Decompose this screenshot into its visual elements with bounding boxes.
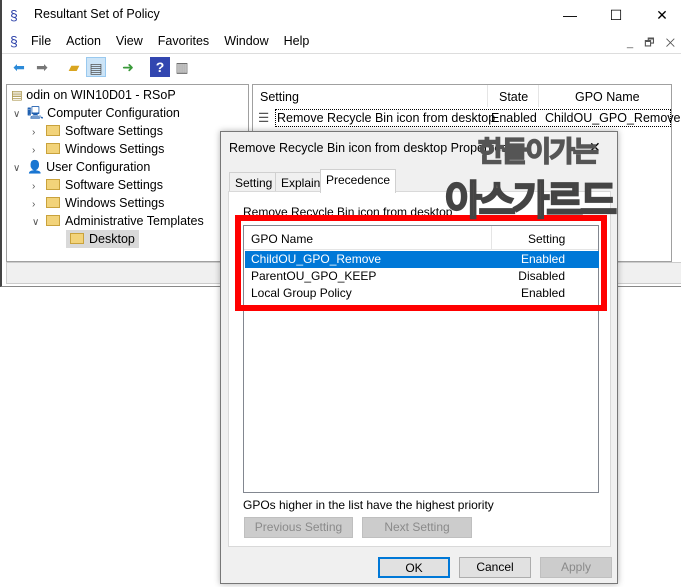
- tab-panel: Remove Recycle Bin icon from desktop GPO…: [228, 191, 611, 547]
- window-title: Resultant Set of Policy: [34, 7, 160, 21]
- cancel-button[interactable]: Cancel: [459, 557, 531, 578]
- tree-item-user-software-settings[interactable]: › Software Settings: [32, 176, 163, 194]
- maximize-button[interactable]: ☐: [593, 0, 639, 30]
- folder-icon: [46, 143, 60, 154]
- list-row[interactable]: ☰ Remove Recycle Bin icon from desktop E…: [258, 109, 680, 128]
- next-setting-button[interactable]: Next Setting: [362, 517, 472, 538]
- policy-setting-icon: ☰: [258, 111, 270, 125]
- folder-icon: [46, 179, 60, 190]
- menu-help[interactable]: Help: [284, 34, 310, 48]
- computer-icon: 🖳: [27, 106, 44, 120]
- tree-item-administrative-templates[interactable]: ∨ Administrative Templates: [32, 212, 204, 230]
- chevron-down-icon[interactable]: ∨: [32, 214, 46, 232]
- tree-item-desktop[interactable]: Desktop: [66, 230, 139, 248]
- tree-root-label: odin on WIN10D01 - RSoP: [26, 88, 176, 102]
- previous-setting-button[interactable]: Previous Setting: [244, 517, 353, 538]
- ok-button[interactable]: OK: [378, 557, 450, 578]
- close-button[interactable]: ✕: [639, 0, 681, 30]
- tree-item-computer-configuration[interactable]: ∨ 🖳 Computer Configuration: [13, 104, 180, 122]
- tree-item-user-windows-settings[interactable]: › Windows Settings: [32, 194, 164, 212]
- mdi-restore[interactable]: 🗗: [644, 37, 654, 49]
- mdi-controls: _ 🗗 ✕: [627, 34, 675, 53]
- menu-bar: File Action View Favorites Window Help: [31, 34, 324, 48]
- mdi-close[interactable]: ✕: [666, 37, 676, 49]
- minimize-button[interactable]: —: [547, 0, 593, 30]
- document-icon[interactable]: §: [10, 33, 18, 49]
- folder-icon: [46, 197, 60, 208]
- priority-note: GPOs higher in the list have the highest…: [243, 498, 494, 512]
- action-pane-icon[interactable]: ▥: [172, 57, 192, 77]
- watermark-logo-line1: 한둘이가는: [477, 135, 599, 168]
- red-annotation-box: [235, 215, 607, 311]
- chevron-down-icon[interactable]: ∨: [13, 160, 27, 178]
- dialog-title: Remove Recycle Bin icon from desktop Pro…: [229, 141, 508, 155]
- rsop-app-icon: §: [10, 7, 18, 23]
- tree-item-software-settings[interactable]: › Software Settings: [32, 122, 163, 140]
- column-gpo-name[interactable]: GPO Name: [575, 90, 640, 104]
- help-icon[interactable]: ?: [150, 57, 170, 77]
- menu-favorites[interactable]: Favorites: [158, 34, 209, 48]
- menu-action[interactable]: Action: [66, 34, 101, 48]
- mdi-minimize[interactable]: _: [627, 37, 633, 49]
- column-setting[interactable]: Setting: [260, 90, 299, 104]
- menu-window[interactable]: Window: [224, 34, 268, 48]
- column-state[interactable]: State: [499, 90, 528, 104]
- status-bar: [6, 262, 249, 284]
- tree-item-windows-settings[interactable]: › Windows Settings: [32, 140, 164, 158]
- watermark-logo-line2: 아스가르드: [444, 178, 618, 224]
- tab-precedence[interactable]: Precedence: [320, 169, 397, 193]
- tree-item-user-configuration[interactable]: ∨ 👤 User Configuration: [13, 158, 150, 176]
- forward-icon[interactable]: ➡: [32, 57, 52, 77]
- menu-file[interactable]: File: [31, 34, 51, 48]
- row-state: Enabled: [491, 111, 537, 125]
- folder-icon: [46, 215, 60, 226]
- tab-explain[interactable]: Explain: [275, 172, 327, 192]
- menu-view[interactable]: View: [116, 34, 143, 48]
- row-setting: Remove Recycle Bin icon from desktop: [277, 111, 496, 125]
- show-hide-tree-icon[interactable]: ▤: [86, 57, 106, 77]
- user-icon: 👤: [27, 160, 43, 174]
- tab-setting[interactable]: Setting: [229, 172, 279, 192]
- folder-icon: [70, 233, 84, 244]
- up-folder-icon[interactable]: ▰: [64, 57, 84, 77]
- folder-icon: [46, 125, 60, 136]
- chevron-down-icon[interactable]: ∨: [13, 106, 27, 124]
- row-gpo: ChildOU_GPO_Remove: [545, 111, 681, 125]
- back-icon[interactable]: ⬅: [9, 57, 29, 77]
- apply-button[interactable]: Apply: [540, 557, 612, 578]
- tree-root[interactable]: ▤ odin on WIN10D01 - RSoP: [11, 86, 176, 104]
- export-list-icon[interactable]: ➜: [118, 57, 138, 77]
- tree-pane: ▤ odin on WIN10D01 - RSoP ∨ 🖳 Computer Co…: [6, 84, 249, 262]
